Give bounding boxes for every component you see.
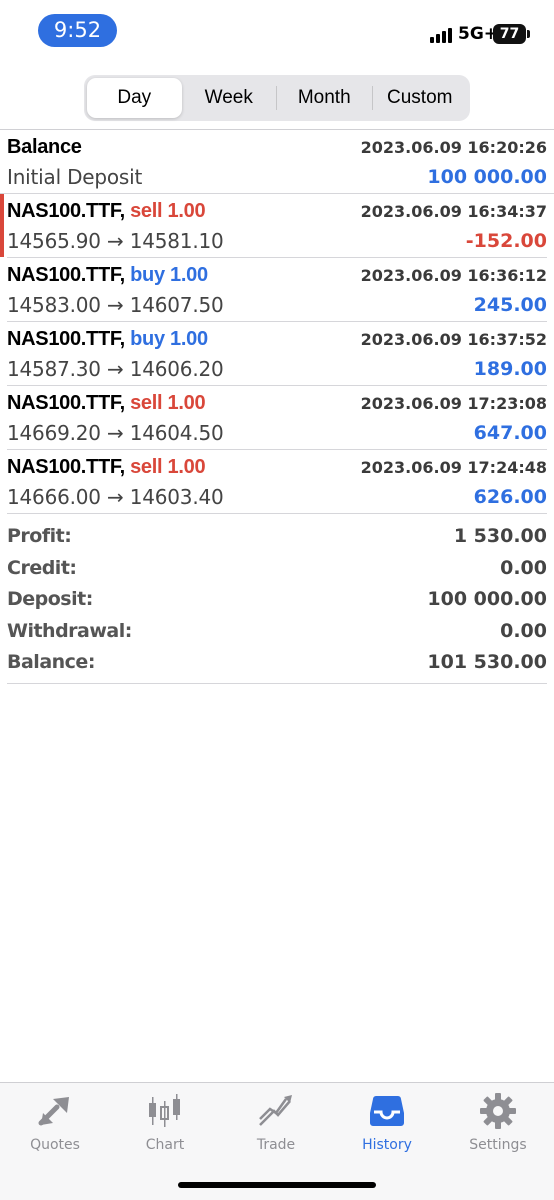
deal-row[interactable]: NAS100.TTF, sell 1.00 14666.00 → 14603.4… [7, 450, 547, 514]
battery-icon: 77 [493, 24, 526, 44]
status-time[interactable]: 9:52 [38, 14, 117, 47]
deal-volume: 1.00 [170, 264, 208, 286]
deal-symbol: NAS100.TTF, [7, 456, 125, 478]
selected-indicator [0, 194, 4, 257]
deal-symbol: NAS100.TTF, [7, 392, 125, 414]
summary-label: Balance: [7, 651, 95, 673]
deal-datetime: 2023.06.09 16:34:37 [360, 202, 547, 221]
summary-row-balance: Balance: 101 530.00 [7, 648, 547, 680]
deal-prices: 14583.00 → 14607.50 [7, 293, 224, 317]
balance-datetime: 2023.06.09 16:20:26 [360, 138, 547, 157]
deal-volume: 1.00 [167, 200, 206, 222]
balance-row[interactable]: Balance Initial Deposit 2023.06.09 16:20… [0, 130, 554, 194]
deal-profit: 626.00 [473, 486, 547, 508]
battery-tip [527, 30, 530, 38]
balance-title: Balance [7, 136, 82, 158]
deal-side: buy [130, 328, 165, 350]
deal-side: buy [130, 264, 165, 286]
deal-volume: 1.00 [167, 456, 206, 478]
deal-prices: 14666.00 → 14603.40 [7, 485, 224, 509]
summary-value: 0.00 [500, 556, 547, 579]
summary-value: 1 530.00 [453, 525, 547, 547]
tab-settings[interactable]: Settings [443, 1091, 553, 1153]
home-indicator[interactable] [178, 1182, 376, 1188]
deal-title: NAS100.TTF, buy 1.00 [7, 328, 208, 351]
summary-value: 0.00 [500, 619, 547, 642]
summary-row-credit: Credit: 0.00 [7, 554, 547, 586]
balance-amount: 100 000.00 [427, 166, 547, 188]
deal-profit: 245.00 [473, 294, 547, 316]
status-bar: 9:52 5G+ 77 [0, 0, 554, 62]
summary-label: Credit: [7, 556, 77, 579]
tab-label: Chart [145, 1137, 185, 1153]
summary-row-withdrawal: Withdrawal: 0.00 [7, 617, 547, 649]
deal-symbol: NAS100.TTF, [7, 200, 125, 222]
deal-datetime: 2023.06.09 17:24:48 [360, 458, 547, 477]
deal-prices: 14587.30 → 14606.20 [7, 357, 224, 381]
deal-side: sell [130, 200, 163, 222]
summary-value: 100 000.00 [427, 588, 547, 610]
balance-subtitle: Initial Deposit [7, 165, 143, 189]
history-list: Balance Initial Deposit 2023.06.09 16:20… [0, 130, 554, 514]
trade-icon [259, 1095, 292, 1126]
cellular-signal-icon [430, 27, 454, 43]
deal-title: NAS100.TTF, sell 1.00 [7, 456, 206, 479]
deal-side: sell [130, 456, 163, 478]
deal-datetime: 2023.06.09 17:23:08 [360, 394, 547, 413]
deal-title: NAS100.TTF, buy 1.00 [7, 264, 208, 287]
deal-profit: 647.00 [473, 422, 547, 444]
deal-volume: 1.00 [170, 328, 208, 350]
segment-day[interactable]: Day [87, 78, 182, 118]
quotes-icon [38, 1097, 69, 1126]
tab-label: Settings [469, 1137, 527, 1153]
history-summary: Profit: 1 530.00 Credit: 0.00 Deposit: 1… [7, 522, 547, 684]
deal-datetime: 2023.06.09 16:36:12 [360, 266, 547, 285]
deal-title: NAS100.TTF, sell 1.00 [7, 200, 206, 223]
tab-label: Trade [256, 1137, 296, 1153]
deal-row[interactable]: NAS100.TTF, sell 1.00 14669.20 → 14604.5… [7, 386, 547, 450]
tab-chart[interactable]: Chart [110, 1091, 220, 1153]
segment-week[interactable]: Week [182, 78, 277, 118]
gear-icon [480, 1093, 516, 1129]
candlestick-icon [149, 1094, 180, 1127]
period-segmented-control: Day Week Month Custom [84, 75, 470, 121]
tab-label: Quotes [30, 1137, 80, 1153]
tab-label: History [362, 1137, 412, 1153]
segment-custom[interactable]: Custom [373, 78, 468, 118]
deal-row[interactable]: NAS100.TTF, buy 1.00 14587.30 → 14606.20… [7, 322, 547, 386]
tab-history[interactable]: History [332, 1091, 442, 1153]
summary-row-profit: Profit: 1 530.00 [7, 522, 547, 554]
deal-profit: 189.00 [473, 358, 547, 380]
deal-profit: -152.00 [465, 230, 547, 252]
summary-label: Profit: [7, 525, 72, 547]
deal-volume: 1.00 [167, 392, 206, 414]
deal-row[interactable]: NAS100.TTF, buy 1.00 14583.00 → 14607.50… [7, 258, 547, 322]
deal-side: sell [130, 392, 163, 414]
segment-month[interactable]: Month [277, 78, 372, 118]
tab-quotes[interactable]: Quotes [0, 1091, 110, 1153]
tab-trade[interactable]: Trade [221, 1091, 331, 1153]
deal-prices: 14669.20 → 14604.50 [7, 421, 224, 445]
summary-label: Deposit: [7, 588, 93, 610]
summary-label: Withdrawal: [7, 619, 132, 642]
inbox-tray-icon [370, 1096, 404, 1126]
deal-row[interactable]: NAS100.TTF, sell 1.00 14565.90 → 14581.1… [0, 194, 547, 258]
deal-datetime: 2023.06.09 16:37:52 [360, 330, 547, 349]
summary-value: 101 530.00 [427, 651, 547, 673]
deal-symbol: NAS100.TTF, [7, 328, 125, 350]
deal-symbol: NAS100.TTF, [7, 264, 125, 286]
summary-row-deposit: Deposit: 100 000.00 [7, 585, 547, 617]
deal-title: NAS100.TTF, sell 1.00 [7, 392, 206, 415]
deal-prices: 14565.90 → 14581.10 [7, 229, 224, 253]
